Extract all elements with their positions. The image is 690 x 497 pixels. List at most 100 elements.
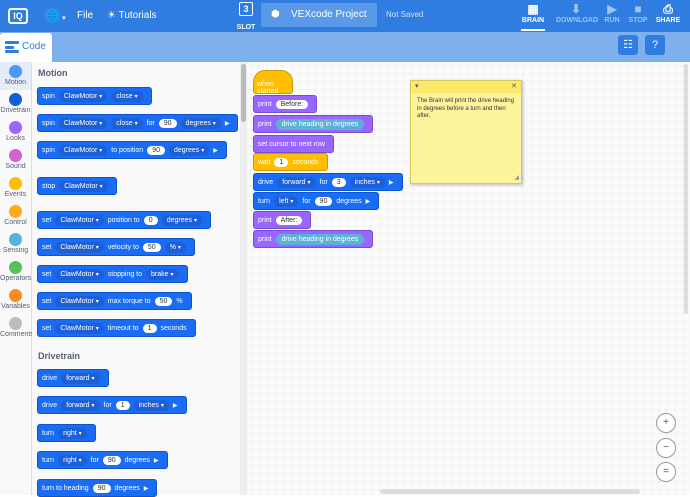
category-dot-icon [9,177,22,190]
note-close-icon[interactable]: ✕ [511,82,517,90]
category-sensing[interactable]: Sensing [0,230,31,258]
category-label: Motion [4,79,26,86]
download-button[interactable]: ⬇ DOWNLOAD [556,2,598,24]
block-palette: Motion spin ClawMotor ▾ close ▾ spin ClawMo… [32,62,240,497]
top-menu-bar: IQ 🌐 ▾ File ☀ Tutorials 3 SLOT ⬢ VEXcode… [0,0,690,32]
category-dot-icon [9,149,22,162]
block-when-started[interactable]: when started [253,70,293,95]
note-resize-icon[interactable]: ◢ [514,174,519,181]
block-print-heading-1[interactable]: print drive heading in degrees [253,115,374,133]
category-label: Sound [5,163,26,170]
category-label: Comments [0,331,34,338]
zoom-in-button[interactable]: + [656,413,676,433]
slot-number: 3 [239,2,253,16]
palette-header-drivetrain: Drivetrain [38,351,81,361]
brain-icon: ▦ [527,2,539,16]
category-dot-icon [9,121,22,134]
note-titlebar[interactable]: ▾ ✕ [411,81,521,93]
category-label: Looks [6,135,25,142]
block-set-max-torque[interactable]: set ClawMotor ▾ max torque to 50% [37,292,192,310]
category-operators[interactable]: Operators [0,258,31,286]
block-print-after[interactable]: print After: [253,211,312,229]
vex-iq-logo: IQ [8,8,28,24]
help-button[interactable]: ? [645,35,665,55]
category-label: Variables [1,303,30,310]
tutorials-menu[interactable]: ☀ Tutorials [107,10,157,21]
category-drivetrain[interactable]: Drivetrain [0,90,31,118]
tutorials-icon: ☀ [107,10,116,21]
block-print-before[interactable]: print Before: [253,95,318,113]
block-spin-to-position[interactable]: spin ClawMotor ▾ to position 90 degrees ▾ ▶ [37,141,227,159]
category-dot-icon [9,65,22,78]
block-set-timeout[interactable]: set ClawMotor ▾ timeout to 1 seconds [37,319,196,337]
note-text[interactable]: The Brain will print the drive heading i… [411,93,521,126]
category-label: Events [4,191,27,198]
code-icon [5,41,19,53]
slot-label: SLOT [236,24,256,31]
block-print-heading-2[interactable]: print drive heading in degrees [253,230,374,248]
project-hex-icon: ⬢ [271,9,280,20]
category-dot-icon [9,289,22,302]
workspace-vertical-scrollbar[interactable] [684,64,688,314]
project-name-field[interactable]: ⬢ VEXcode Project [261,3,377,27]
block-turn-to-heading[interactable]: turn to heading 90 degrees ▶ [37,479,158,497]
category-motion[interactable]: Motion [0,62,31,90]
category-label: Drivetrain [0,107,31,114]
block-turn-for[interactable]: turn right ▾ for 90 degrees ▶ [37,451,168,469]
block-set-cursor-next-row[interactable]: set cursor to next row [253,135,334,153]
block-spin[interactable]: spin ClawMotor ▾ close ▾ [37,87,152,105]
category-dot-icon [9,93,22,106]
slot-selector[interactable]: 3 SLOT [235,2,257,34]
zoom-reset-button[interactable]: = [656,462,676,482]
category-events[interactable]: Events [0,174,31,202]
block-drive-forward[interactable]: drive forward ▾ for 3 inches ▾ ▶ [253,173,403,191]
block-set-position[interactable]: set ClawMotor ▾ position to 0 degrees ▾ [37,211,211,229]
block-spin-for[interactable]: spin ClawMotor ▾ close ▾ for 90 degrees ▾ ▶ [37,114,239,132]
block-drive-for[interactable]: drive forward ▾ for 1 inches ▾ ▶ [37,396,187,414]
share-icon: ⎙ [663,2,673,16]
note-collapse-icon[interactable]: ▾ [415,82,419,90]
zoom-out-icon: − [663,442,669,453]
devices-button[interactable]: ☷ [618,35,638,55]
category-dot-icon [9,233,22,246]
block-set-velocity[interactable]: set ClawMotor ▾ velocity to 50% ▾ [37,238,195,256]
help-icon: ? [651,39,659,51]
brain-button[interactable]: ▦ BRAIN [513,2,553,24]
category-label: Operators [0,275,32,282]
share-button[interactable]: ⎙ SHARE [648,2,688,24]
tutorials-label: Tutorials [118,10,157,21]
brain-active-indicator [521,29,545,31]
category-dot-icon [9,205,22,218]
block-set-stopping[interactable]: set ClawMotor ▾ stopping to brake ▾ [37,265,188,283]
category-sidebar: Motion Drivetrain Looks Sound Events Control S… [0,62,34,495]
category-dot-icon [9,261,22,274]
tab-bar [0,32,690,62]
category-control[interactable]: Control [0,202,31,230]
category-label: Sensing [2,247,29,254]
block-turn-left[interactable]: turn left ▾ for 90 degrees ▶ [253,192,380,210]
category-looks[interactable]: Looks [0,118,31,146]
workspace-horizontal-scrollbar[interactable] [380,489,640,494]
category-label: Control [4,219,27,226]
block-turn[interactable]: turn right ▾ [37,424,96,442]
category-sound[interactable]: Sound [0,146,31,174]
palette-scrollbar[interactable] [240,62,247,495]
block-stop-motor[interactable]: stop ClawMotor ▾ [37,177,117,195]
palette-header-motion: Motion [38,68,68,78]
category-comments[interactable]: Comments [0,314,34,342]
category-variables[interactable]: Variables [0,286,31,314]
devices-icon: ☷ [623,39,633,51]
project-name: VEXcode Project [291,9,367,20]
block-wait[interactable]: wait 1 seconds [253,153,328,171]
download-icon: ⬇ [570,2,582,16]
zoom-in-icon: + [663,417,669,428]
tab-code[interactable]: Code [0,33,52,62]
category-dot-icon [9,317,22,330]
block-drive[interactable]: drive forward ▾ [37,369,109,387]
file-menu[interactable]: File [77,10,93,21]
tab-code-label: Code [22,41,46,52]
zoom-out-button[interactable]: − [656,438,676,458]
language-globe-icon[interactable]: 🌐 ▾ [44,8,66,24]
save-status: Not Saved [386,10,424,19]
comment-note[interactable]: ▾ ✕ The Brain will print the drive headi… [410,80,522,184]
